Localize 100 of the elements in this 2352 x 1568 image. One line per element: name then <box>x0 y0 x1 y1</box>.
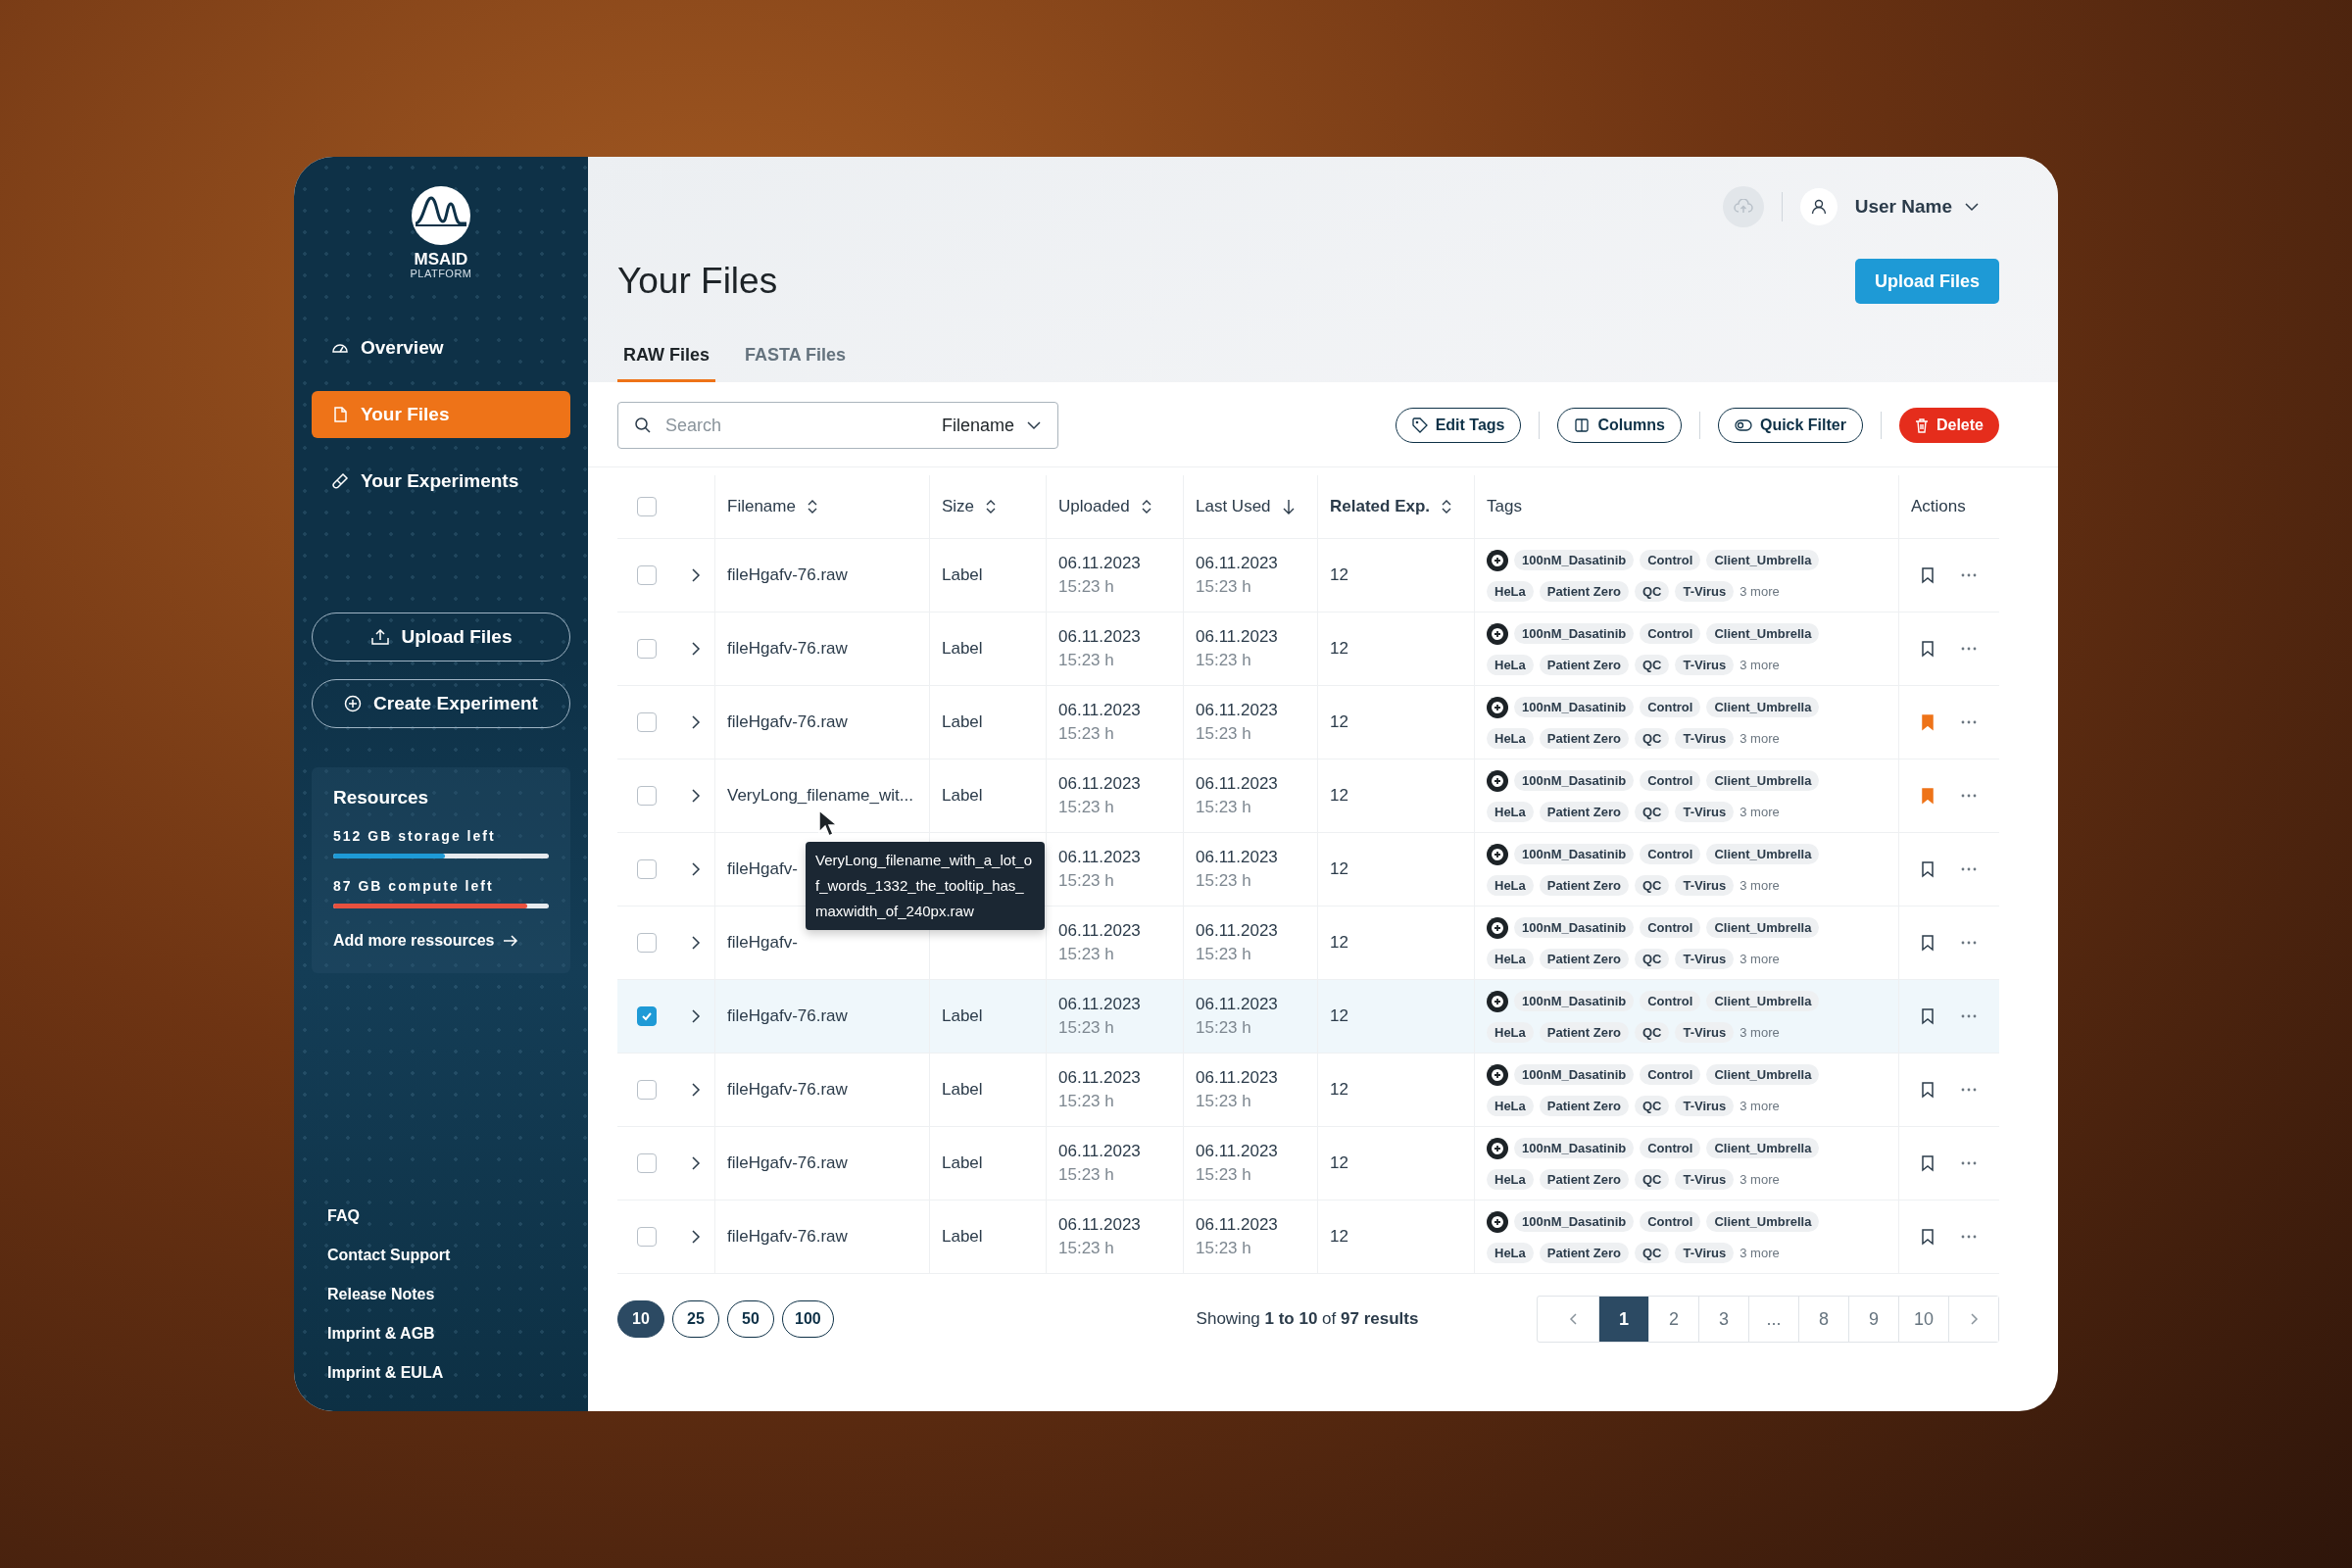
sort-icon[interactable] <box>1141 499 1152 514</box>
more-tags-link[interactable]: 3 more <box>1740 1024 1780 1040</box>
row-checkbox[interactable] <box>637 1080 657 1100</box>
page-size-button[interactable]: 100 <box>782 1300 834 1338</box>
user-menu[interactable]: User Name <box>1854 196 1980 218</box>
more-options-icon[interactable] <box>1960 1160 1978 1166</box>
add-tag-icon[interactable] <box>1487 990 1508 1012</box>
page-size-button[interactable]: 10 <box>617 1300 664 1338</box>
add-tag-icon[interactable] <box>1487 769 1508 792</box>
column-header[interactable]: Last Used <box>1196 497 1295 516</box>
more-options-icon[interactable] <box>1960 1087 1978 1093</box>
sort-icon[interactable] <box>807 499 817 514</box>
bookmark-icon[interactable] <box>1921 860 1935 878</box>
column-header[interactable]: Actions <box>1911 497 1966 516</box>
sort-icon[interactable] <box>1442 499 1452 514</box>
more-options-icon[interactable] <box>1960 1013 1978 1019</box>
tab[interactable]: FASTA Files <box>739 337 853 382</box>
user-avatar-icon <box>1799 188 1838 225</box>
tab[interactable]: RAW Files <box>617 337 715 382</box>
add-tag-icon[interactable] <box>1487 1137 1508 1159</box>
add-tag-icon[interactable] <box>1487 622 1508 645</box>
bookmark-icon[interactable] <box>1921 1081 1935 1099</box>
bookmark-icon[interactable] <box>1921 1228 1935 1246</box>
footer-link[interactable]: Imprint & EULA <box>327 1364 570 1382</box>
column-header[interactable]: Size <box>942 497 997 516</box>
toolbar-button[interactable]: Columns <box>1557 408 1682 443</box>
more-tags-link[interactable]: 3 more <box>1740 730 1780 746</box>
bookmark-icon[interactable] <box>1921 640 1935 658</box>
page-size-button[interactable]: 25 <box>672 1300 719 1338</box>
add-tag-icon[interactable] <box>1487 843 1508 865</box>
row-checkbox[interactable] <box>637 712 657 732</box>
more-tags-link[interactable]: 3 more <box>1740 583 1780 599</box>
more-options-icon[interactable] <box>1960 719 1978 725</box>
sort-icon[interactable] <box>986 499 997 514</box>
tag: 100nM_Dasatinib <box>1514 1064 1635 1085</box>
footer-link[interactable]: FAQ <box>327 1207 570 1225</box>
more-tags-link[interactable]: 3 more <box>1740 951 1780 966</box>
toolbar-button[interactable]: Edit Tags <box>1395 408 1522 443</box>
row-checkbox[interactable] <box>637 1227 657 1247</box>
expand-chevron-icon[interactable] <box>690 567 701 583</box>
date-text: 06.11.2023 <box>1058 1215 1141 1235</box>
more-options-icon[interactable] <box>1960 793 1978 799</box>
sidebar-button[interactable]: Upload Files <box>312 612 570 662</box>
footer-link[interactable]: Release Notes <box>327 1286 570 1303</box>
page-button[interactable]: 1 <box>1598 1297 1648 1342</box>
row-checkbox[interactable] <box>637 786 657 806</box>
nav-item[interactable]: Overview <box>312 324 570 372</box>
column-header[interactable]: Related Exp. <box>1330 497 1452 516</box>
more-tags-link[interactable]: 3 more <box>1740 804 1780 819</box>
footer-link[interactable]: Imprint & AGB <box>327 1325 570 1343</box>
column-header[interactable]: Uploaded <box>1058 497 1152 516</box>
sidebar-button[interactable]: Create Experiment <box>312 679 570 729</box>
add-tag-icon[interactable] <box>1487 696 1508 718</box>
row-checkbox[interactable] <box>637 565 657 585</box>
expand-chevron-icon[interactable] <box>690 788 701 804</box>
add-tag-icon[interactable] <box>1487 1063 1508 1086</box>
row-checkbox[interactable] <box>637 639 657 659</box>
search-field[interactable]: Search Filename <box>617 402 1058 449</box>
row-checkbox[interactable] <box>637 1153 657 1173</box>
add-resources-link[interactable]: Add more ressources <box>333 932 549 951</box>
sort-descending-icon[interactable] <box>1282 499 1295 514</box>
expand-chevron-icon[interactable] <box>690 1008 701 1024</box>
bookmark-icon[interactable] <box>1921 1154 1935 1172</box>
more-options-icon[interactable] <box>1960 572 1978 578</box>
row-checkbox[interactable] <box>637 933 657 953</box>
expand-chevron-icon[interactable] <box>690 641 701 657</box>
more-tags-link[interactable]: 3 more <box>1740 1098 1780 1113</box>
toolbar-button[interactable]: Delete <box>1898 408 1999 443</box>
row-checkbox[interactable] <box>637 859 657 879</box>
column-header[interactable]: Filename <box>727 497 817 516</box>
nav-item[interactable]: Your Experiments <box>312 458 570 506</box>
footer-link[interactable]: Contact Support <box>327 1247 570 1264</box>
bookmark-icon[interactable] <box>1921 934 1935 952</box>
select-all-checkbox[interactable] <box>637 497 657 516</box>
time-text: 15:23 h <box>1196 1165 1251 1185</box>
more-tags-link[interactable]: 3 more <box>1740 1171 1780 1187</box>
row-checkbox[interactable] <box>637 1006 657 1026</box>
tag: Control <box>1640 844 1701 864</box>
add-tag-icon[interactable] <box>1487 916 1508 939</box>
bookmark-icon[interactable] <box>1921 1007 1935 1025</box>
expand-chevron-icon[interactable] <box>690 1229 701 1245</box>
add-tag-icon[interactable] <box>1487 1210 1508 1233</box>
add-tag-icon[interactable] <box>1487 549 1508 571</box>
page-size-button[interactable]: 50 <box>727 1300 774 1338</box>
more-tags-link[interactable]: 3 more <box>1740 877 1780 893</box>
expand-chevron-icon[interactable] <box>690 1082 701 1098</box>
expand-chevron-icon[interactable] <box>690 861 701 877</box>
column-header[interactable]: Tags <box>1487 497 1522 516</box>
more-options-icon[interactable] <box>1960 940 1978 946</box>
more-options-icon[interactable] <box>1960 1234 1978 1240</box>
more-tags-link[interactable]: 3 more <box>1740 1245 1780 1260</box>
bookmark-icon[interactable] <box>1921 566 1935 584</box>
expand-chevron-icon[interactable] <box>690 714 701 730</box>
expand-chevron-icon[interactable] <box>690 1155 701 1171</box>
search-scope-dropdown[interactable]: Filename <box>941 415 1042 436</box>
more-tags-link[interactable]: 3 more <box>1740 657 1780 672</box>
toolbar-button[interactable]: Quick Filter <box>1717 408 1863 443</box>
expand-chevron-icon[interactable] <box>690 935 701 951</box>
more-options-icon[interactable] <box>1960 646 1978 652</box>
more-options-icon[interactable] <box>1960 866 1978 872</box>
